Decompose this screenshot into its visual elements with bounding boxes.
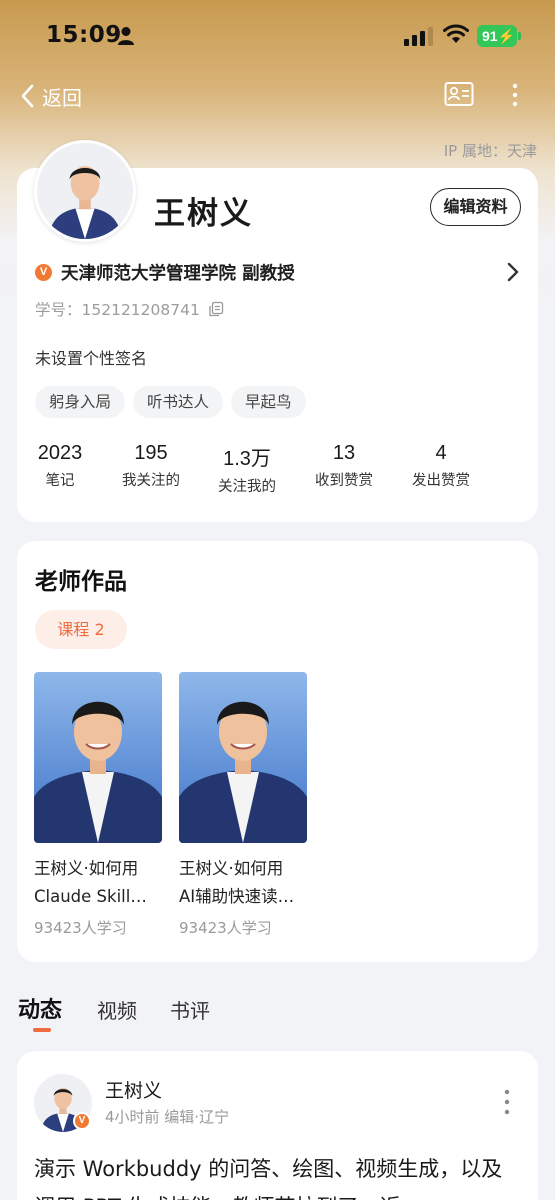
feed-text: 演示 Workbuddy 的问答、绘图、视频生成，以及调用 PPT 生成技能，教…: [34, 1157, 503, 1200]
stat-sent-tips[interactable]: 4 发出赞赏: [396, 442, 486, 490]
chevron-left-icon: [21, 84, 34, 108]
stat-followers[interactable]: 1.3万 关注我的: [202, 442, 292, 496]
stat-label: 关注我的: [218, 479, 276, 495]
id-card-icon[interactable]: [444, 81, 474, 107]
stat-value: 195: [134, 442, 168, 464]
status-bar: 15:09 91⚡: [0, 0, 555, 70]
course-item[interactable]: 王树义·如何用 AI辅助快速读… 93423人学习: [179, 672, 307, 938]
tag-list: 躬身入局 听书达人 早起鸟: [35, 386, 306, 418]
course-learners: 93423人学习: [179, 919, 272, 937]
course-filter-pill[interactable]: 课程 2: [35, 610, 127, 649]
stat-value: 1.3万: [223, 448, 271, 470]
tag-item[interactable]: 早起鸟: [231, 386, 306, 418]
course-title-line2: AI辅助快速读…: [179, 887, 295, 906]
feed-author[interactable]: 王树义: [105, 1076, 162, 1103]
tag-item[interactable]: 躬身入局: [35, 386, 126, 418]
course-title-line1: 王树义·如何用: [34, 859, 139, 878]
stat-received-tips[interactable]: 13 收到赞赏: [299, 442, 389, 490]
tag-item[interactable]: 听书达人: [133, 386, 224, 418]
stat-notes[interactable]: 2023 笔记: [15, 442, 105, 490]
edit-profile-button[interactable]: 编辑资料: [430, 188, 521, 226]
ip-location: IP 属地：天津: [443, 142, 537, 160]
battery-icon: 91⚡: [477, 25, 517, 47]
avatar[interactable]: [34, 140, 136, 242]
person-icon: [118, 27, 134, 45]
battery-cap: [518, 32, 521, 40]
stat-following[interactable]: 195 我关注的: [106, 442, 196, 490]
institution-text: 天津师范大学管理学院 副教授: [61, 263, 295, 284]
verified-v-icon: V: [35, 263, 52, 281]
tab-book-reviews[interactable]: 书评: [170, 995, 210, 1024]
stat-value: 13: [332, 442, 356, 464]
status-time: 15:09: [46, 22, 122, 48]
student-id-text: 学号：152121208741: [35, 301, 200, 319]
course-thumbnail: [179, 672, 307, 843]
stats-row: 2023 笔记 195 我关注的 1.3万 关注我的 13 收到赞赏 4 发出赞…: [17, 442, 538, 496]
tab-videos[interactable]: 视频: [97, 995, 137, 1024]
chevron-right-icon: [507, 262, 519, 282]
stat-label: 我关注的: [122, 473, 180, 489]
course-title-line2: Claude Skill…: [34, 887, 147, 906]
back-button[interactable]: 返回: [18, 80, 82, 112]
stat-label: 发出赞赏: [412, 473, 470, 489]
copy-icon[interactable]: [208, 301, 224, 317]
course-title-line1: 王树义·如何用: [179, 859, 284, 878]
more-vertical-icon[interactable]: [500, 1088, 514, 1116]
more-vertical-icon[interactable]: [506, 82, 524, 108]
institution-row[interactable]: V 天津师范大学管理学院 副教授: [35, 258, 520, 286]
stat-label: 笔记: [45, 473, 75, 489]
feed-meta: 4小时前 编辑·辽宁: [105, 1108, 230, 1126]
tab-activity[interactable]: 动态: [18, 992, 62, 1024]
tab-indicator: [33, 1028, 51, 1032]
course-thumbnail: [34, 672, 162, 843]
course-item[interactable]: 王树义·如何用 Claude Skill… 93423人学习: [34, 672, 162, 938]
back-label: 返回: [42, 85, 82, 110]
signal-icon: [404, 27, 433, 46]
student-id: 学号：152121208741: [35, 298, 224, 320]
signature: 未设置个性签名: [35, 349, 148, 368]
battery-level: 91: [482, 28, 498, 44]
verified-v-icon: V: [73, 1112, 91, 1130]
course-learners: 93423人学习: [34, 919, 127, 937]
stat-value: 4: [435, 442, 447, 464]
stat-value: 2023: [37, 442, 83, 464]
works-title: 老师作品: [35, 569, 127, 595]
profile-name: 王树义: [154, 196, 253, 232]
stat-label: 收到赞赏: [315, 473, 373, 489]
avatar-image: [37, 143, 133, 239]
wifi-icon: [443, 24, 469, 43]
